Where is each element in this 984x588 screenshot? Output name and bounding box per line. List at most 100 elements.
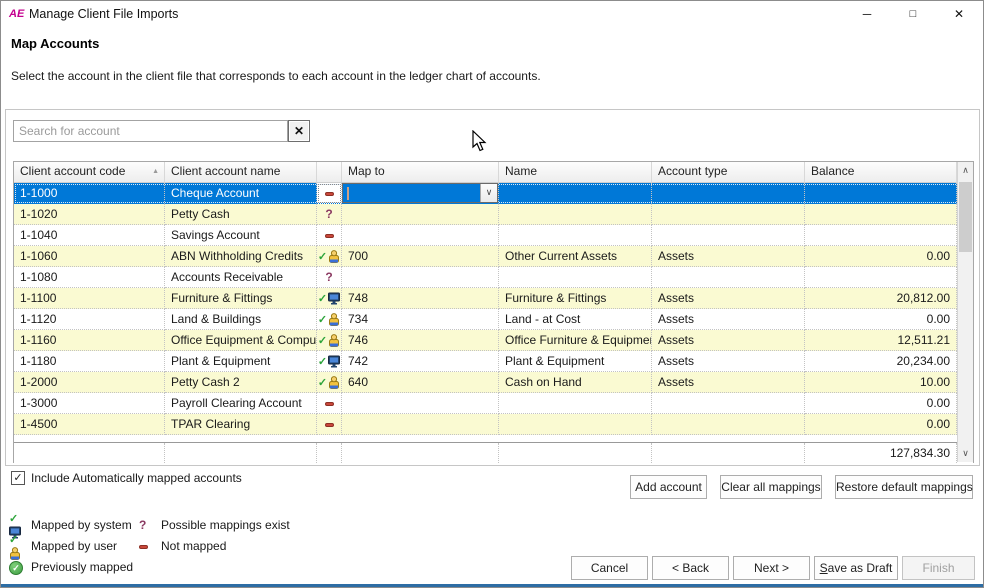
dialog-window: AE Manage Client File Imports ─ □ ✕ Map … xyxy=(0,0,984,588)
monitor-icon xyxy=(328,355,340,368)
client-account-name-cell: Plant & Equipment xyxy=(165,351,317,372)
balance-cell: 0.00 xyxy=(805,246,957,267)
balance-cell: 0.00 xyxy=(805,414,957,435)
column-header-account-type[interactable]: Account type xyxy=(652,162,805,183)
cancel-button[interactable]: Cancel xyxy=(571,556,648,580)
client-account-code-cell: 1-1080 xyxy=(14,267,165,288)
clear-all-mappings-button[interactable]: Clear all mappings xyxy=(720,475,822,499)
status-icon-cell: ✓ xyxy=(317,351,342,372)
ledger-name-cell xyxy=(499,267,652,288)
restore-default-mappings-button[interactable]: Restore default mappings xyxy=(835,475,973,499)
scroll-up-icon[interactable]: ∧ xyxy=(958,162,973,179)
question-icon: ? xyxy=(139,518,146,532)
map-to-cell: 640 xyxy=(342,372,499,393)
map-to-combobox[interactable]: ∨ xyxy=(342,183,499,204)
column-header-name[interactable]: Name xyxy=(499,162,652,183)
column-header-map-to[interactable]: Map to xyxy=(342,162,499,183)
mapped-by-user-icon: ✓ xyxy=(318,333,340,347)
mapped-by-user-icon: ✓ xyxy=(9,532,21,560)
not-mapped-icon xyxy=(139,539,148,553)
client-account-code-cell: 1-3000 xyxy=(14,393,165,414)
table-row[interactable]: 1-1020Petty Cash? xyxy=(14,204,973,225)
minimize-icon[interactable]: ─ xyxy=(849,1,885,27)
table-filler xyxy=(14,435,973,442)
legend-column-1: ✓Mapped by system✓Mapped by user✓Previou… xyxy=(9,517,133,575)
table-row[interactable]: 1-1000Cheque Account∨ xyxy=(14,183,973,204)
ledger-name-cell: Cash on Hand xyxy=(499,372,652,393)
client-account-name-cell: Furniture & Fittings xyxy=(165,288,317,309)
legend-item: ?Possible mappings exist xyxy=(139,517,290,533)
add-account-button[interactable]: Add account xyxy=(630,475,707,499)
ledger-name-cell xyxy=(499,225,652,246)
check-icon: ✓ xyxy=(318,356,327,368)
account-type-cell: Assets xyxy=(652,330,805,351)
text-caret xyxy=(347,187,349,200)
mapped-by-user-icon: ✓ xyxy=(318,312,340,326)
map-to-cell xyxy=(342,393,499,414)
table-row[interactable]: 1-1040Savings Account xyxy=(14,225,973,246)
client-account-name-cell: Petty Cash xyxy=(165,204,317,225)
table-row[interactable]: 1-4500TPAR Clearing0.00 xyxy=(14,414,973,435)
total-balance: 127,834.30 xyxy=(805,443,957,463)
client-account-code-cell: 1-2000 xyxy=(14,372,165,393)
legend-item: ✓Mapped by system xyxy=(9,517,133,533)
scroll-down-icon[interactable]: ∨ xyxy=(958,445,973,462)
table-row[interactable]: 1-1100Furniture & Fittings✓748Furniture … xyxy=(14,288,973,309)
status-icon-cell xyxy=(317,183,342,204)
balance-cell xyxy=(805,267,957,288)
client-account-name-cell: Savings Account xyxy=(165,225,317,246)
account-type-cell xyxy=(652,183,805,204)
not-mapped-icon xyxy=(325,228,334,242)
client-account-name-cell: Payroll Clearing Account xyxy=(165,393,317,414)
person-icon xyxy=(328,376,340,389)
total-row-cell xyxy=(165,443,317,463)
table-row[interactable]: 1-1120Land & Buildings✓734Land - at Cost… xyxy=(14,309,973,330)
status-icon-cell xyxy=(317,414,342,435)
include-auto-mapped-option[interactable]: ✓ Include Automatically mapped accounts xyxy=(11,471,242,485)
check-icon: ✓ xyxy=(318,377,327,389)
status-icon-cell xyxy=(317,225,342,246)
window-bottom-accent xyxy=(1,584,983,587)
include-auto-mapped-checkbox[interactable]: ✓ xyxy=(11,471,25,485)
search-input[interactable] xyxy=(13,120,288,142)
chevron-down-icon[interactable]: ∨ xyxy=(480,184,497,202)
back-button[interactable]: < Back xyxy=(652,556,729,580)
table-row[interactable]: 1-2000Petty Cash 2✓640Cash on HandAssets… xyxy=(14,372,973,393)
total-row-cell xyxy=(317,443,342,463)
column-header-client-account-name[interactable]: Client account name xyxy=(165,162,317,183)
map-to-cell xyxy=(342,414,499,435)
table-row[interactable]: 1-1180Plant & Equipment✓742Plant & Equip… xyxy=(14,351,973,372)
save-as-draft-button[interactable]: Save as Draft xyxy=(814,556,898,580)
account-type-cell: Assets xyxy=(652,309,805,330)
search-clear-icon[interactable]: ✕ xyxy=(288,120,310,142)
column-header-client-account-code[interactable]: Client account code▲ xyxy=(14,162,165,183)
map-to-cell: 742 xyxy=(342,351,499,372)
account-type-cell xyxy=(652,204,805,225)
person-icon xyxy=(328,334,340,347)
close-icon[interactable]: ✕ xyxy=(941,1,977,27)
scrollbar-thumb[interactable] xyxy=(959,182,972,252)
ledger-name-cell: Furniture & Fittings xyxy=(499,288,652,309)
dash-icon xyxy=(325,402,334,406)
column-header-balance[interactable]: Balance xyxy=(805,162,957,183)
save-as-draft-accesskey: S xyxy=(820,561,828,575)
mapped-by-system-icon: ✓ xyxy=(318,354,340,368)
legend-label: Mapped by user xyxy=(31,539,117,553)
account-type-cell xyxy=(652,393,805,414)
table-row[interactable]: 1-3000Payroll Clearing Account 0.00 xyxy=(14,393,973,414)
table-row[interactable]: 1-1160Office Equipment & Compu...✓746Off… xyxy=(14,330,973,351)
balance-cell: 0.00 xyxy=(805,309,957,330)
next-button[interactable]: Next > xyxy=(733,556,810,580)
column-header-status-icon[interactable] xyxy=(317,162,342,183)
map-to-combo-field[interactable]: ∨ xyxy=(342,183,498,203)
table-row[interactable]: 1-1080Accounts Receivable? xyxy=(14,267,973,288)
table-row[interactable]: 1-1060ABN Withholding Credits✓700Other C… xyxy=(14,246,973,267)
column-header-label: Balance xyxy=(811,164,854,178)
maximize-icon[interactable]: □ xyxy=(895,1,931,27)
check-icon: ✓ xyxy=(318,314,327,326)
possible-mapping-icon: ? xyxy=(139,518,146,532)
balance-cell: 0.00 xyxy=(805,393,957,414)
account-type-cell xyxy=(652,225,805,246)
vertical-scrollbar[interactable]: ∧ ∨ xyxy=(957,162,973,462)
finish-button: Finish xyxy=(902,556,975,580)
